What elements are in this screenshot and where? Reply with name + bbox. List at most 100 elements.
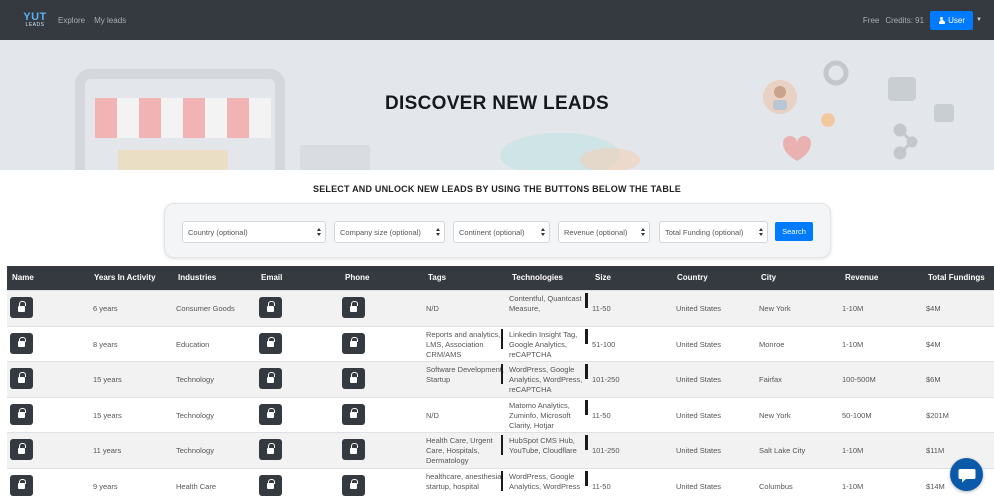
- cell-technologies: Contentful, Quantcast Measure,: [509, 294, 582, 313]
- tags-scrollbar[interactable]: [501, 364, 503, 384]
- cell-city: Columbus: [759, 481, 793, 491]
- cell-tags: healthcare, anesthesia, startup, hospita…: [426, 471, 504, 491]
- column-header-technologies[interactable]: Technologies: [512, 273, 563, 282]
- revenue-select[interactable]: Revenue (optional): [558, 221, 650, 243]
- cell-funding: $4M: [926, 304, 941, 313]
- tags-scrollbar[interactable]: [501, 435, 503, 455]
- technologies-scrollbar[interactable]: [585, 364, 588, 379]
- cell-country: United States: [676, 410, 722, 420]
- cell-funding: $4M: [926, 339, 941, 349]
- column-header-tags[interactable]: Tags: [428, 273, 446, 282]
- column-header-name[interactable]: Name: [12, 273, 34, 282]
- lock-icon[interactable]: [259, 474, 282, 496]
- cell-revenue: 1-10M: [842, 446, 864, 455]
- lock-icon[interactable]: [342, 474, 365, 496]
- technologies-scrollbar[interactable]: [585, 293, 588, 308]
- lock-icon[interactable]: [10, 474, 33, 496]
- cell-size: 51-100: [592, 339, 616, 349]
- column-header-years[interactable]: Years In Activity: [94, 273, 156, 282]
- chat-icon: [958, 468, 975, 482]
- cell-industry: Education: [176, 339, 210, 349]
- column-header-email[interactable]: Email: [261, 273, 282, 282]
- column-header-revenue[interactable]: Revenue: [845, 273, 878, 282]
- cell-industry: Technology: [176, 446, 214, 455]
- user-menu-button[interactable]: User: [930, 10, 974, 30]
- select-arrows-icon: [436, 227, 440, 237]
- search-button[interactable]: Search: [775, 222, 813, 241]
- lock-icon[interactable]: [10, 439, 33, 460]
- technologies-scrollbar[interactable]: [585, 399, 588, 415]
- credits-label: Credits: 91: [885, 15, 925, 25]
- cell-technologies: WordPress, Google Analytics, WordPress, …: [509, 365, 583, 394]
- chevron-down-icon[interactable]: ▼: [976, 17, 982, 23]
- lock-icon[interactable]: [342, 439, 365, 460]
- user-menu-label: User: [948, 15, 965, 25]
- lock-icon[interactable]: [259, 332, 282, 354]
- lock-icon[interactable]: [10, 332, 33, 354]
- cell-size: 101-250: [592, 375, 620, 384]
- technologies-scrollbar[interactable]: [585, 435, 588, 450]
- lock-icon[interactable]: [10, 403, 33, 425]
- technologies-scrollbar[interactable]: [585, 328, 588, 344]
- technologies-scrollbar[interactable]: [585, 470, 588, 486]
- country-select[interactable]: Country (optional): [182, 221, 326, 243]
- select-arrows-icon: [759, 227, 763, 237]
- user-icon: [938, 16, 945, 24]
- total-funding-select-value: Total Funding (optional): [665, 227, 744, 237]
- cell-industry: Technology: [176, 375, 214, 384]
- nav-right: Free Credits: 91 User ▼: [863, 10, 982, 30]
- page-title: DISCOVER NEW LEADS: [385, 93, 609, 114]
- continent-select[interactable]: Continent (optional): [453, 221, 550, 243]
- cell-tags: Reports and analytics, LMS, Association …: [426, 329, 501, 359]
- chat-widget-button[interactable]: [950, 458, 983, 491]
- cell-years: 15 years: [93, 375, 122, 384]
- cell-funding: $6M: [926, 375, 941, 384]
- lock-icon[interactable]: [342, 403, 365, 425]
- cell-revenue: 100-500M: [842, 375, 876, 384]
- lock-icon[interactable]: [342, 332, 365, 354]
- table-row: 8 years Education Reports and analytics,…: [7, 325, 994, 361]
- cell-tags: Software Development, Startup: [426, 365, 504, 384]
- lock-icon[interactable]: [10, 368, 33, 389]
- lock-icon[interactable]: [259, 439, 282, 460]
- hero-banner: DISCOVER NEW LEADS: [0, 40, 994, 170]
- continent-select-value: Continent (optional): [459, 227, 525, 237]
- cell-size: 11-50: [592, 481, 611, 491]
- column-header-country[interactable]: Country: [677, 273, 708, 282]
- brand-logo[interactable]: YUT LEADS: [22, 12, 48, 29]
- cell-tags: N/D: [426, 304, 439, 313]
- table-row: 9 years Health Care healthcare, anesthes…: [7, 467, 994, 500]
- lock-icon[interactable]: [259, 368, 282, 389]
- select-arrows-icon: [641, 227, 645, 237]
- column-header-size[interactable]: Size: [595, 273, 611, 282]
- total-funding-select[interactable]: Total Funding (optional): [659, 221, 768, 243]
- country-select-value: Country (optional): [188, 227, 248, 237]
- brand-logo-sub: LEADS: [25, 22, 45, 28]
- cell-funding: $14M: [926, 481, 945, 491]
- cell-technologies: Linkedin Insight Tag, Google Analytics, …: [509, 329, 578, 359]
- share-icon: [893, 123, 918, 160]
- filter-panel: Country (optional) Company size (optiona…: [164, 203, 831, 258]
- cell-funding: $11M: [926, 446, 945, 455]
- column-header-industries[interactable]: Industries: [178, 273, 216, 282]
- company-size-select[interactable]: Company size (optional): [334, 221, 445, 243]
- cell-years: 6 years: [93, 304, 118, 313]
- cell-country: United States: [676, 339, 722, 349]
- nav-link-explore[interactable]: Explore: [58, 16, 85, 25]
- cell-years: 11 years: [93, 446, 122, 455]
- column-header-phone[interactable]: Phone: [345, 273, 369, 282]
- column-header-total-fundings[interactable]: Total Fundings: [928, 273, 985, 282]
- lock-icon[interactable]: [342, 297, 365, 318]
- cell-city: New York: [759, 410, 791, 420]
- lock-icon[interactable]: [259, 403, 282, 425]
- tags-scrollbar[interactable]: [501, 470, 503, 491]
- lock-icon[interactable]: [342, 368, 365, 389]
- cell-industry: Health Care: [176, 481, 217, 491]
- tags-scrollbar[interactable]: [501, 328, 503, 349]
- cell-technologies: Matomo Analytics, Zuminfo, Microsoft Cla…: [509, 400, 571, 430]
- nav-link-my-leads[interactable]: My leads: [94, 16, 126, 25]
- leads-table: Name Years In Activity Industries Email …: [7, 266, 994, 500]
- lock-icon[interactable]: [10, 297, 33, 318]
- column-header-city[interactable]: City: [761, 273, 776, 282]
- lock-icon[interactable]: [259, 297, 282, 318]
